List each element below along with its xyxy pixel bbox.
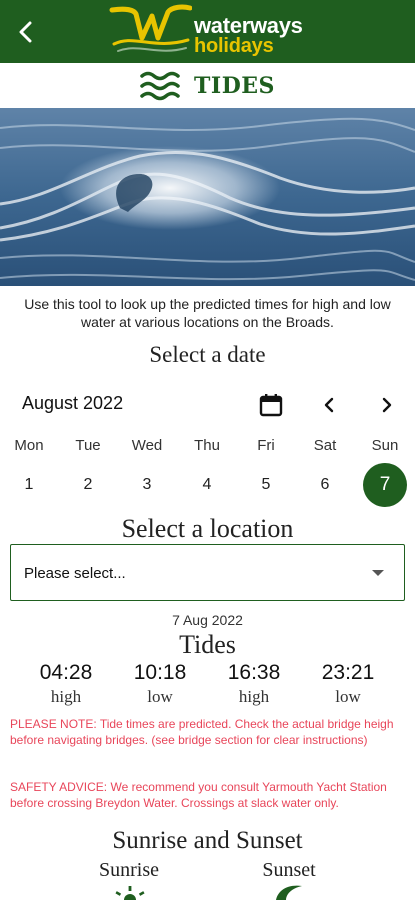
date-cell[interactable]: 6 xyxy=(301,463,349,507)
location-select-value: Please select... xyxy=(24,565,126,582)
intro-text: Use this tool to look up the predicted t… xyxy=(24,296,391,330)
tide-entry: 16:38 high xyxy=(204,661,304,707)
please-note-text: PLEASE NOTE: Tide times are predicted. C… xyxy=(10,717,394,747)
weekday-label: Mon xyxy=(14,437,44,454)
tide-entry: 04:28 high xyxy=(16,661,116,707)
tide-time: 23:21 xyxy=(321,661,375,684)
sunrise-icon xyxy=(115,886,145,900)
chevron-right-icon xyxy=(382,397,392,413)
weekday-label: Sun xyxy=(371,437,399,454)
weekday-label: Fri xyxy=(257,437,275,454)
hero-wave-image xyxy=(0,108,415,286)
select-location-heading: Select a location xyxy=(121,514,294,543)
waterways-logo: waterways holidays xyxy=(108,4,318,60)
tide-entry: 23:21 low xyxy=(298,661,398,707)
date-cell[interactable]: 4 xyxy=(183,463,231,507)
weekday-label: Thu xyxy=(194,437,220,454)
tide-type: low xyxy=(335,687,361,706)
date-cell[interactable]: 3 xyxy=(123,463,171,507)
previous-week-button[interactable] xyxy=(316,391,342,419)
date-cell[interactable]: 5 xyxy=(242,463,290,507)
caret-down-icon xyxy=(372,570,384,576)
date-cell[interactable]: 2 xyxy=(64,463,112,507)
page-title-bar: TIDES xyxy=(0,63,415,108)
weekday-header: Mon Tue Wed Thu Fri Sat Sun xyxy=(0,437,415,457)
location-select[interactable]: Please select... xyxy=(10,544,405,601)
calendar-button[interactable] xyxy=(258,392,284,418)
sunset-moon-icon xyxy=(276,885,302,900)
sunrise-sunset-heading: Sunrise and Sunset xyxy=(112,827,303,854)
select-date-heading: Select a date xyxy=(149,342,266,367)
tide-type: high xyxy=(50,687,82,706)
waves-icon xyxy=(140,71,180,100)
sunrise-label: Sunrise xyxy=(99,859,159,881)
logo-text-holidays: holidays xyxy=(194,35,274,57)
page-title: TIDES xyxy=(194,72,275,99)
date-cell-selected[interactable]: 7 xyxy=(363,463,407,507)
weekday-label: Tue xyxy=(75,437,101,454)
weekday-label: Wed xyxy=(131,437,163,454)
calendar-icon xyxy=(259,394,283,417)
tide-time: 10:18 xyxy=(133,661,187,684)
logo-w-icon xyxy=(109,4,193,52)
sunset-label: Sunset xyxy=(262,859,316,881)
safety-advice-text: SAFETY ADVICE: We recommend you consult … xyxy=(10,780,387,810)
chevron-left-icon xyxy=(324,397,334,413)
selected-date-label: 7 Aug 2022 xyxy=(172,612,243,628)
back-button[interactable] xyxy=(10,16,42,48)
chevron-left-icon xyxy=(19,21,32,43)
date-row: 1 2 3 4 5 6 7 xyxy=(0,463,415,507)
tide-time: 16:38 xyxy=(227,661,281,684)
app-header: waterways holidays xyxy=(0,0,415,63)
month-label: August 2022 xyxy=(22,393,124,413)
tides-heading: Tides xyxy=(179,630,236,659)
tide-time: 04:28 xyxy=(39,661,93,684)
weekday-label: Sat xyxy=(313,437,337,454)
date-cell[interactable]: 1 xyxy=(5,463,53,507)
tide-entry: 10:18 low xyxy=(110,661,210,707)
next-week-button[interactable] xyxy=(374,391,400,419)
month-navigation: August 2022 xyxy=(0,385,415,425)
tide-type: high xyxy=(238,687,270,706)
tide-type: low xyxy=(147,687,173,706)
